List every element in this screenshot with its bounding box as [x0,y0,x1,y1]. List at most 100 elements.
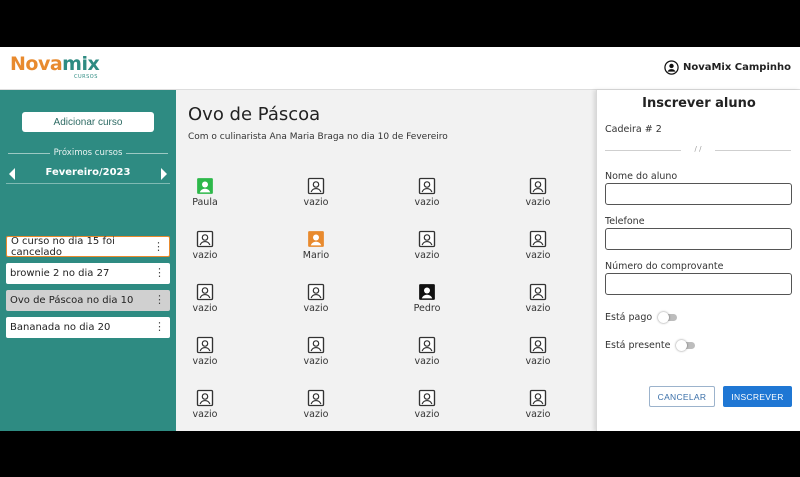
month-selector: Fevereiro/2023 [0,166,176,182]
logo: Novamix [10,53,100,75]
course-subtitle: Com o culinarista Ana Maria Braga no dia… [188,132,448,142]
seat[interactable]: vazio [518,283,558,314]
seat-label: vazio [303,303,329,314]
more-vertical-icon[interactable]: ⋮ [154,321,165,332]
seat-label: vazio [192,303,218,314]
seat[interactable]: vazio [407,177,447,208]
more-vertical-icon[interactable]: ⋮ [153,241,164,252]
seat[interactable]: vazio [518,336,558,367]
seat-label: vazio [192,356,218,367]
course-item-label: Bananada no dia 20 [10,322,111,333]
chevron-right-icon[interactable] [161,168,167,180]
paid-toggle-row: Está pago [605,312,678,323]
user-name: NovaMix Campinho [682,62,791,73]
seat-label: vazio [414,197,440,208]
header: Novamix CURSOS NovaMix Campinho [0,47,800,90]
account-box-icon [185,283,225,301]
present-toggle[interactable] [676,340,696,351]
receipt-field[interactable] [605,273,792,295]
enroll-button[interactable]: INSCREVER [723,386,792,407]
seat[interactable]: vazio [296,283,336,314]
seat[interactable]: Mario [296,230,336,261]
paid-toggle[interactable] [658,312,678,323]
seat-label: vazio [525,250,551,261]
chair-label: Cadeira # 2 [605,124,662,135]
seat-label: vazio [303,197,329,208]
present-label: Está presente [605,340,671,351]
seat[interactable]: Pedro [407,283,447,314]
user-menu[interactable]: NovaMix Campinho [664,60,791,75]
seat[interactable]: vazio [296,389,336,420]
seat[interactable]: vazio [407,389,447,420]
account-box-icon [185,389,225,407]
seat[interactable]: vazio [407,336,447,367]
logo-subtitle: CURSOS [74,74,98,80]
account-box-icon [518,177,558,195]
seat-label: Paula [192,197,218,208]
seat[interactable]: vazio [296,177,336,208]
phone-field[interactable] [605,228,792,250]
course-item[interactable]: Bananada no dia 20 ⋮ [6,317,170,338]
separator-text: / / [694,145,702,153]
more-vertical-icon[interactable]: ⋮ [154,294,165,305]
name-field[interactable] [605,183,792,205]
seat-label: vazio [192,250,218,261]
account-box-icon [296,283,336,301]
more-vertical-icon[interactable]: ⋮ [154,267,165,278]
account-box-icon [518,389,558,407]
seat[interactable]: vazio [185,336,225,367]
seat-label: vazio [525,303,551,314]
account-box-icon [185,177,225,195]
seat-label: Pedro [413,303,441,314]
sidebar: Adicionar curso Próximos cursos Fevereir… [0,90,176,431]
seat-label: vazio [414,409,440,420]
account-box-icon [407,336,447,354]
account-box-icon [518,283,558,301]
present-toggle-row: Está presente [605,340,696,351]
main-content: Ovo de Páscoa Com o culinarista Ana Mari… [176,90,596,431]
course-item-label: Ovo de Páscoa no dia 10 [10,295,134,306]
seat[interactable]: vazio [518,389,558,420]
seat[interactable]: Paula [185,177,225,208]
seat[interactable]: vazio [518,230,558,261]
seat[interactable]: vazio [518,177,558,208]
phone-label: Telefone [605,216,645,227]
seat[interactable]: vazio [185,389,225,420]
next-courses-label: Próximos cursos [0,148,176,158]
month-label: Fevereiro/2023 [45,167,131,178]
account-box-icon [407,230,447,248]
course-title: Ovo de Páscoa [188,104,321,125]
cancel-button[interactable]: CANCELAR [649,386,715,407]
app-window: Novamix CURSOS NovaMix Campinho Adiciona… [0,47,800,431]
account-box-icon [407,177,447,195]
logo-nova: Nova [10,53,63,75]
account-box-icon [296,177,336,195]
account-box-icon [296,336,336,354]
seat-label: vazio [525,356,551,367]
account-box-icon [518,336,558,354]
seat-label: vazio [525,409,551,420]
paid-label: Está pago [605,312,653,323]
course-item[interactable]: Ovo de Páscoa no dia 10 ⋮ [6,290,170,311]
seat-label: vazio [525,197,551,208]
month-divider [6,183,170,184]
account-box-icon [518,230,558,248]
seat[interactable]: vazio [296,336,336,367]
course-item[interactable]: brownie 2 no dia 27 ⋮ [6,263,170,284]
course-item-label: brownie 2 no dia 27 [10,268,110,279]
panel-title: Inscrever aluno [642,96,756,111]
account-circle-icon [664,60,679,75]
receipt-label: Número do comprovante [605,261,724,272]
course-item[interactable]: O curso no dia 15 foi cancelado ⋮ [6,235,170,258]
seat-label: vazio [303,409,329,420]
account-box-icon [407,389,447,407]
seat[interactable]: vazio [185,283,225,314]
seat[interactable]: vazio [407,230,447,261]
add-course-button[interactable]: Adicionar curso [22,112,154,132]
course-item-label: O curso no dia 15 foi cancelado [11,235,115,258]
account-box-icon [407,283,447,301]
paid-toggle-knob [658,312,670,323]
seat[interactable]: vazio [185,230,225,261]
seat-label: Mario [302,250,330,261]
seat-label: vazio [414,356,440,367]
